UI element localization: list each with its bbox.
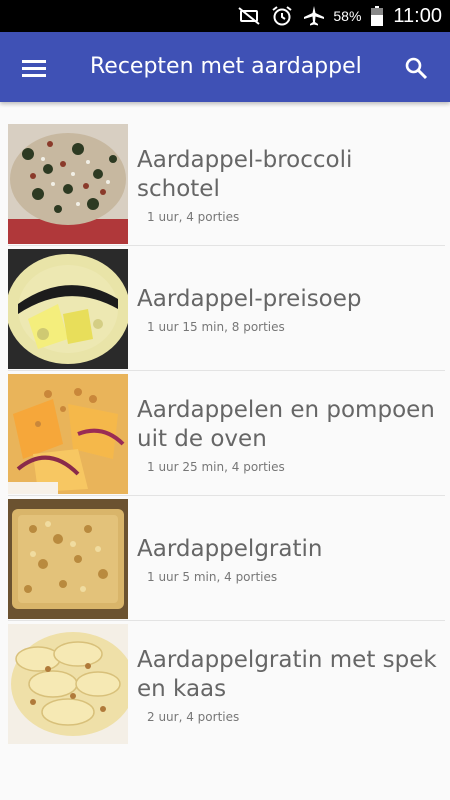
- recipe-meta: 1 uur 15 min, 8 porties: [147, 320, 285, 334]
- divider: [8, 370, 445, 371]
- recipe-list: Aardappel-broccoli schotel 1 uur, 4 port…: [0, 122, 450, 747]
- divider: [8, 495, 445, 496]
- recipe-title: Aardappelen en pompoen uit de oven: [137, 396, 435, 452]
- recipe-item-aardappel-preisoep[interactable]: Aardappel-preisoep 1 uur 15 min, 8 porti…: [0, 247, 450, 372]
- hamburger-menu-icon: [22, 60, 46, 77]
- status-bar: 58% 11:00: [0, 0, 450, 32]
- recipe-title: Aardappelgratin: [137, 536, 323, 562]
- recipe-item-aardappelen-en-pompoen-uit-de-oven[interactable]: Aardappelen en pompoen uit de oven 1 uur…: [0, 372, 450, 497]
- divider: [8, 620, 445, 621]
- search-button[interactable]: [396, 48, 436, 88]
- recipe-meta: 2 uur, 4 porties: [147, 709, 240, 724]
- recipe-title: Aardappel-preisoep: [137, 286, 362, 312]
- recipe-meta: 1 uur 5 min, 4 porties: [147, 570, 278, 584]
- recipe-meta: 1 uur 25 min, 4 porties: [147, 459, 285, 474]
- clock: 11:00: [393, 4, 442, 27]
- recipe-image: [8, 124, 128, 244]
- search-icon: [405, 57, 428, 80]
- page-title: Recepten met aardappel: [90, 54, 362, 79]
- recipe-item-aardappelgratin-met-spek-en-kaas[interactable]: Aardappelgratin met spek en kaas 2 uur, …: [0, 622, 450, 747]
- recipe-image: [8, 499, 128, 619]
- alarm-icon: [271, 5, 293, 27]
- battery-icon: [371, 6, 384, 26]
- recipe-image: [8, 624, 128, 744]
- recipe-item-aardappelgratin[interactable]: Aardappelgratin 1 uur 5 min, 4 porties: [0, 497, 450, 622]
- mute-icon: [237, 6, 261, 26]
- recipe-image: [8, 249, 128, 369]
- recipe-item-aardappel-broccoli-schotel[interactable]: Aardappel-broccoli schotel 1 uur, 4 port…: [0, 122, 450, 247]
- menu-button[interactable]: [14, 48, 54, 88]
- recipe-title: Aardappel-broccoli schotel: [137, 146, 353, 202]
- recipe-title: Aardappelgratin met spek en kaas: [137, 646, 437, 702]
- divider: [8, 245, 445, 246]
- recipe-meta: 1 uur, 4 porties: [147, 209, 240, 224]
- app-bar: Recepten met aardappel: [0, 32, 450, 102]
- battery-percentage: 58%: [333, 8, 362, 24]
- airplane-icon: [303, 5, 325, 27]
- recipe-image: [8, 374, 128, 494]
